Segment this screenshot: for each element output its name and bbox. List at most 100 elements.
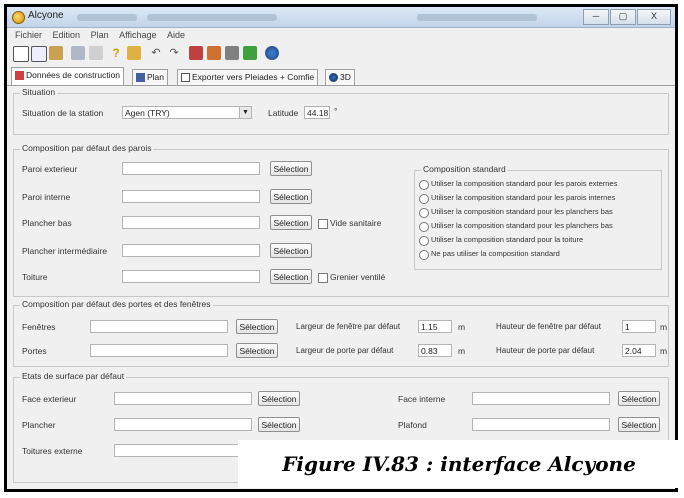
latitude-input[interactable]: 44.18	[304, 106, 330, 119]
blurred-title-detail	[147, 14, 277, 21]
portes-fenetres-group: Composition par défaut des portes et des…	[13, 299, 669, 367]
latitude-label: Latitude	[268, 108, 299, 118]
grid-icon	[136, 73, 145, 82]
plafond-field[interactable]	[472, 418, 610, 431]
plancher-intermediaire-select-button[interactable]: Sélection	[270, 243, 312, 258]
grenier-ventile-checkbox[interactable]	[318, 273, 328, 283]
unit-label: m	[660, 322, 668, 332]
menu-bar: Fichier Edition Plan Affichage Aide	[7, 28, 675, 43]
globe-icon	[329, 73, 338, 82]
document-icon	[181, 73, 190, 82]
plancher-bas-field[interactable]	[122, 216, 260, 229]
plancher-surface-select-button[interactable]: Sélection	[258, 417, 300, 432]
face-exterieur-field[interactable]	[114, 392, 252, 405]
maximize-button[interactable]: ▢	[610, 9, 636, 25]
porte-height-label: Hauteur de porte par défaut	[496, 346, 595, 355]
grenier-ventile-label: Grenier ventilé	[330, 272, 386, 282]
plancher-surface-field[interactable]	[114, 418, 252, 431]
help-pointer-icon[interactable]	[127, 46, 141, 60]
toitures-externe-label: Toitures externe	[22, 446, 83, 456]
tab-plan[interactable]: Plan	[132, 69, 169, 85]
menu-fichier[interactable]: Fichier	[15, 30, 42, 40]
standard-option-label: Utiliser la composition standard pour le…	[431, 179, 618, 188]
menu-edition[interactable]: Edition	[53, 30, 81, 40]
fenetres-select-button[interactable]: Sélection	[236, 319, 278, 334]
standard-radio[interactable]	[419, 180, 429, 190]
tab-label: Données de construction	[26, 70, 121, 80]
plancher-intermediaire-field[interactable]	[122, 244, 260, 257]
station-select[interactable]: Agen (TRY) ▼	[122, 106, 252, 119]
face-interne-select-button[interactable]: Sélection	[618, 391, 660, 406]
portes-field[interactable]	[90, 344, 228, 357]
toiture-field[interactable]	[122, 270, 260, 283]
undo-icon[interactable]: ↶	[149, 46, 163, 60]
standard-option-label: Utiliser la composition standard pour le…	[431, 221, 613, 230]
fenetres-field[interactable]	[90, 320, 228, 333]
tab-bar: Données de construction Plan Exporter ve…	[7, 67, 675, 86]
toitures-externe-field[interactable]	[114, 444, 252, 457]
unit-label: m	[660, 346, 668, 356]
paroi-interne-select-button[interactable]: Sélection	[270, 189, 312, 204]
fenetre-height-label: Hauteur de fenêtre par défaut	[496, 322, 601, 331]
close-button[interactable]: X	[637, 9, 671, 25]
help-icon[interactable]: ?	[109, 46, 123, 60]
tool-icon[interactable]	[189, 46, 203, 60]
paroi-interne-label: Paroi interne	[22, 192, 71, 202]
zoom-icon[interactable]	[225, 46, 239, 60]
application-window: Alcyone ─ ▢ X Fichier Edition Plan Affic…	[4, 4, 678, 492]
menu-plan[interactable]: Plan	[91, 30, 109, 40]
porte-width-input[interactable]: 0.83	[418, 344, 452, 357]
fenetre-width-input[interactable]: 1.15	[418, 320, 452, 333]
face-interne-field[interactable]	[472, 392, 610, 405]
tab-label: 3D	[340, 72, 351, 82]
standard-option-label: Utiliser la composition standard pour la…	[431, 235, 584, 244]
pencil-icon[interactable]	[243, 46, 257, 60]
plancher-intermediaire-label: Plancher intermédiaire	[22, 246, 108, 256]
fenetre-width-label: Largeur de fenêtre par défaut	[296, 322, 401, 331]
menu-affichage[interactable]: Affichage	[119, 30, 156, 40]
copy-icon[interactable]	[31, 46, 47, 62]
portes-label: Portes	[22, 346, 47, 356]
degree-unit: °	[334, 106, 338, 116]
plancher-bas-select-button[interactable]: Sélection	[270, 215, 312, 230]
paroi-interne-field[interactable]	[122, 190, 260, 203]
situation-group: Situation Situation de la station Agen (…	[13, 87, 669, 135]
paroi-exterieur-select-button[interactable]: Sélection	[270, 161, 312, 176]
group-label: Composition standard	[421, 164, 508, 174]
porte-width-label: Largeur de porte par défaut	[296, 346, 394, 355]
standard-radio[interactable]	[419, 250, 429, 260]
paroi-exterieur-field[interactable]	[122, 162, 260, 175]
composition-standard-group: Composition standard Utiliser la composi…	[414, 164, 662, 270]
portes-select-button[interactable]: Sélection	[236, 343, 278, 358]
face-exterieur-label: Face exterieur	[22, 394, 77, 404]
title-bar: Alcyone ─ ▢ X	[7, 7, 675, 28]
plancher-surface-label: Plancher	[22, 420, 56, 430]
standard-radio[interactable]	[419, 236, 429, 246]
tab-exporter[interactable]: Exporter vers Pleiades + Comfie	[177, 69, 319, 85]
redo-icon[interactable]: ↷	[167, 46, 181, 60]
parois-group: Composition par défaut des parois Paroi …	[13, 143, 669, 297]
app-icon	[12, 11, 25, 24]
toiture-select-button[interactable]: Sélection	[270, 269, 312, 284]
face-exterieur-select-button[interactable]: Sélection	[258, 391, 300, 406]
tab-3d[interactable]: 3D	[325, 69, 355, 85]
group-label: Composition par défaut des portes et des…	[20, 299, 213, 309]
globe-icon[interactable]	[265, 46, 279, 60]
standard-option-label: Ne pas utiliser la composition standard	[431, 249, 560, 258]
standard-radio[interactable]	[419, 208, 429, 218]
vide-sanitaire-checkbox[interactable]	[318, 219, 328, 229]
plafond-select-button[interactable]: Sélection	[618, 417, 660, 432]
preview-icon[interactable]	[89, 46, 103, 60]
print-icon[interactable]	[71, 46, 85, 60]
paste-icon[interactable]	[49, 46, 63, 60]
new-file-icon[interactable]	[13, 46, 29, 62]
tab-label: Plan	[147, 72, 165, 82]
fenetre-height-input[interactable]: 1	[622, 320, 656, 333]
standard-radio[interactable]	[419, 194, 429, 204]
menu-aide[interactable]: Aide	[167, 30, 185, 40]
tool-icon[interactable]	[207, 46, 221, 60]
tab-donnees-construction[interactable]: Données de construction	[11, 67, 125, 85]
porte-height-input[interactable]: 2.04	[622, 344, 656, 357]
standard-radio[interactable]	[419, 222, 429, 232]
minimize-button[interactable]: ─	[583, 9, 609, 25]
